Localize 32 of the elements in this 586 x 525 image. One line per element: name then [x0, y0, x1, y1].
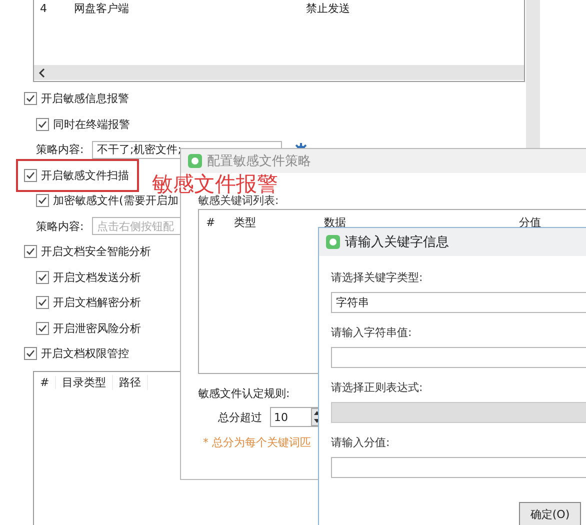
- list-label: 敏感关键词列表:: [198, 194, 279, 205]
- field-label: 请选择正则表达式:: [331, 380, 424, 396]
- field-label: 策略内容:: [36, 218, 85, 234]
- checkbox-label: 开启泄密风险分析: [53, 320, 141, 336]
- window-title: 请输入关键字信息: [345, 234, 449, 251]
- field-label: 请输入分值:: [331, 435, 391, 451]
- checkbox-label: 开启文档解密分析: [53, 295, 141, 310]
- rule-label: 敏感文件认定规则:: [198, 386, 290, 401]
- checkbox-label: 开启文档安全智能分析: [41, 244, 151, 260]
- checkbox-label: 开启敏感信息报警: [41, 91, 129, 106]
- annotation-text: 敏感文件报警: [152, 171, 278, 196]
- checkbox-label: 开启文档发送分析: [53, 270, 141, 285]
- table-cell-text: 4: [39, 2, 48, 14]
- field-label: 请输入字符串值:: [331, 325, 413, 341]
- table-cell-text: 网盘客户端: [74, 0, 130, 16]
- checkbox-label: 同时在终端报警: [53, 116, 130, 132]
- window-title: 配置敏感文件策略: [207, 153, 311, 170]
- table-cell: 禁止发送: [306, 0, 350, 16]
- field-label: 请选择关键字类型:: [331, 270, 424, 286]
- checkbox-label: 开启敏感文件扫描: [41, 168, 129, 183]
- column-header: 路径: [113, 375, 148, 390]
- checkbox-label: 加密敏感文件(需要开启加: [53, 194, 178, 208]
- column-header: 目录类型: [56, 375, 114, 390]
- checkbox-label: 开启文档权限管控: [41, 346, 129, 362]
- column-header: #: [34, 376, 56, 389]
- column-header: #: [205, 216, 216, 228]
- note-text: * 总分为每个关键词匹: [202, 435, 311, 450]
- field-label: 策略内容:: [36, 142, 85, 158]
- column-header: 类型: [233, 214, 257, 230]
- column-header: 分值: [518, 214, 542, 230]
- column-header: 数据: [323, 214, 347, 230]
- threshold-label: 总分超过: [218, 410, 262, 424]
